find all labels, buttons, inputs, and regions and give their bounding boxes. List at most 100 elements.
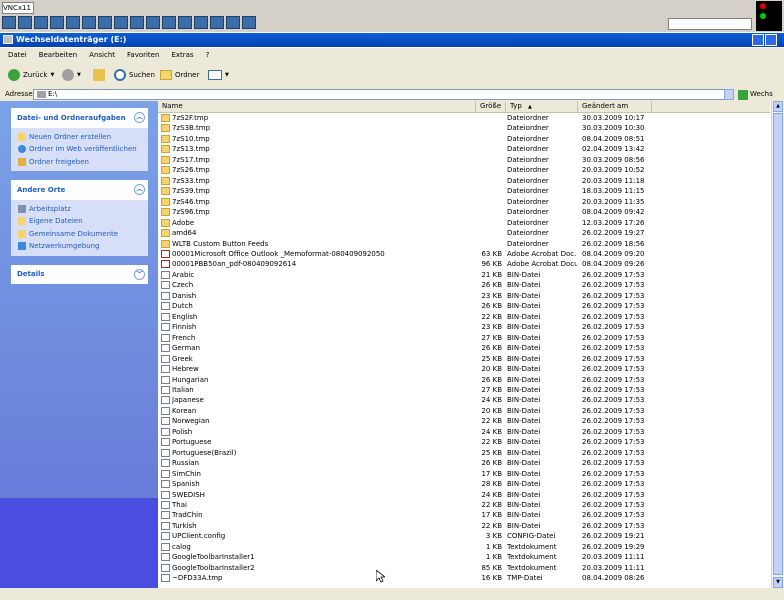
vnc-keyboard-icon[interactable] bbox=[242, 16, 256, 29]
vnc-options-icon[interactable] bbox=[2, 16, 16, 29]
file-row[interactable]: SWEDISH 24 KB BIN-Datei 26.02.2009 17:53 bbox=[158, 490, 770, 500]
vnc-input[interactable] bbox=[668, 18, 752, 30]
file-row[interactable]: ~DFD33A.tmp 16 KB TMP-Datei 08.04.2009 08:2… bbox=[158, 573, 770, 583]
file-row[interactable]: GoogleToolbarInstaller2 85 KB Textdokument… bbox=[158, 563, 770, 573]
maximize-icon[interactable] bbox=[765, 34, 777, 46]
collapse-icon[interactable]: ︿ bbox=[134, 112, 145, 123]
column-modified[interactable]: Geändert am bbox=[578, 101, 652, 112]
file-row[interactable]: Finnish 23 KB BIN-Datei 26.02.2009 17:53 bbox=[158, 322, 770, 332]
file-row[interactable]: SimChin 17 KB BIN-Datei 26.02.2009 17:53 bbox=[158, 469, 770, 479]
vnc-disconnect-icon[interactable] bbox=[194, 16, 208, 29]
file-row[interactable]: 7zS10.tmp Dateiordner 08.04.2009 08:51 bbox=[158, 134, 770, 144]
menu-extras[interactable]: Extras bbox=[171, 48, 193, 62]
folders-button[interactable]: Ordner bbox=[160, 67, 199, 83]
file-row[interactable]: 7zS46.tmp Dateiordner 20.03.2009 11:35 bbox=[158, 197, 770, 207]
menu-ansicht[interactable]: Ansicht bbox=[89, 48, 115, 62]
vnc-info-icon[interactable] bbox=[178, 16, 192, 29]
file-row[interactable]: Japanese 24 KB BIN-Datei 26.02.2009 17:53 bbox=[158, 395, 770, 405]
file-row[interactable]: Thai 22 KB BIN-Datei 26.02.2009 17:53 bbox=[158, 500, 770, 510]
file-row[interactable]: Czech 26 KB BIN-Datei 26.02.2009 17:53 bbox=[158, 280, 770, 290]
vnc-connection-icon[interactable] bbox=[18, 16, 32, 29]
file-row[interactable]: TradChin 17 KB BIN-Datei 26.02.2009 17:53 bbox=[158, 510, 770, 520]
menu-help[interactable]: ? bbox=[206, 48, 210, 62]
file-row[interactable]: Portuguese 22 KB BIN-Datei 26.02.2009 17:53 bbox=[158, 437, 770, 447]
file-row[interactable]: UPClient.config 3 KB CONFIG-Datei 26.02.200… bbox=[158, 531, 770, 541]
file-row[interactable]: WLTB Custom Button Feeds Dateiordner 26.02… bbox=[158, 239, 770, 249]
vnc-ctrl-icon[interactable] bbox=[82, 16, 96, 29]
vnc-zoom-icon[interactable] bbox=[130, 16, 144, 29]
file-row[interactable]: Russian 26 KB BIN-Datei 26.02.2009 17:53 bbox=[158, 458, 770, 468]
file-row[interactable]: 7zS33.tmp Dateiordner 20.03.2009 11:18 bbox=[158, 176, 770, 186]
up-folder-button[interactable] bbox=[93, 67, 105, 83]
vnc-screenshot-icon[interactable] bbox=[226, 16, 240, 29]
file-row[interactable]: calog 1 KB Textdokument 26.02.2009 19:29 bbox=[158, 542, 770, 552]
views-button[interactable]: ▼ bbox=[208, 67, 229, 83]
file-row[interactable]: Norwegian 22 KB BIN-Datei 26.02.2009 17:53 bbox=[158, 416, 770, 426]
place-my-documents[interactable]: Eigene Dateien bbox=[11, 215, 148, 227]
vnc-chat-icon[interactable] bbox=[162, 16, 176, 29]
vertical-scrollbar[interactable]: ▲ ▼ bbox=[771, 101, 784, 588]
file-row[interactable]: 00001PBB50an_pdf-080409092614 96 KB Adobe … bbox=[158, 259, 770, 269]
minimize-icon[interactable] bbox=[752, 34, 764, 46]
vnc-refresh-icon[interactable] bbox=[34, 16, 48, 29]
column-size[interactable]: Größe bbox=[476, 101, 506, 112]
details-header[interactable]: Details ﹀ bbox=[11, 265, 148, 284]
place-network[interactable]: Netzwerkumgebung bbox=[11, 240, 148, 252]
file-row[interactable]: French 27 KB BIN-Datei 26.02.2009 17:53 bbox=[158, 333, 770, 343]
file-row[interactable]: Turkish 22 KB BIN-Datei 26.02.2009 17:53 bbox=[158, 521, 770, 531]
expand-icon[interactable]: ﹀ bbox=[134, 269, 145, 280]
vnc-ctrl-esc-icon[interactable] bbox=[66, 16, 80, 29]
file-row[interactable]: 7zS39.tmp Dateiordner 18.03.2009 11:15 bbox=[158, 186, 770, 196]
file-row[interactable]: Greek 25 KB BIN-Datei 26.02.2009 17:53 bbox=[158, 354, 770, 364]
forward-button[interactable]: ▼ bbox=[62, 67, 81, 83]
back-button[interactable]: Zurück ▼ bbox=[8, 67, 54, 83]
menu-bearbeiten[interactable]: Bearbeiten bbox=[39, 48, 77, 62]
file-row[interactable]: amd64 Dateiordner 26.02.2009 19:27 bbox=[158, 228, 770, 238]
file-row[interactable]: Danish 23 KB BIN-Datei 26.02.2009 17:53 bbox=[158, 291, 770, 301]
file-row[interactable]: 7zS17.tmp Dateiordner 30.03.2009 08:56 bbox=[158, 155, 770, 165]
column-type[interactable]: Typ ▲ bbox=[506, 101, 578, 112]
file-row[interactable]: Adobe Dateiordner 12.03.2009 17:26 bbox=[158, 218, 770, 228]
file-row[interactable]: GoogleToolbarInstaller1 1 KB Textdokument 2… bbox=[158, 552, 770, 562]
scroll-thumb[interactable] bbox=[773, 113, 783, 575]
task-publish-web[interactable]: Ordner im Web veröffentlichen bbox=[11, 143, 148, 155]
vnc-settings-icon[interactable] bbox=[210, 16, 224, 29]
file-row[interactable]: English 22 KB BIN-Datei 26.02.2009 17:53 bbox=[158, 312, 770, 322]
place-my-computer[interactable]: Arbeitsplatz bbox=[11, 203, 148, 215]
vnc-ctrl-alt-del-icon[interactable] bbox=[50, 16, 64, 29]
column-name[interactable]: Name bbox=[158, 101, 476, 112]
file-row[interactable]: 7zS26.tmp Dateiordner 20.03.2009 10:52 bbox=[158, 165, 770, 175]
menu-favoriten[interactable]: Favoriten bbox=[127, 48, 159, 62]
menu-datei[interactable]: Datei bbox=[8, 48, 27, 62]
file-row[interactable]: 7zS96.tmp Dateiordner 08.04.2009 09:42 bbox=[158, 207, 770, 217]
file-row[interactable]: Korean 20 KB BIN-Datei 26.02.2009 17:53 bbox=[158, 406, 770, 416]
address-input[interactable]: E:\ bbox=[33, 89, 733, 100]
task-new-folder[interactable]: Neuen Ordner erstellen bbox=[11, 131, 148, 143]
file-row[interactable]: Dutch 26 KB BIN-Datei 26.02.2009 17:53 bbox=[158, 301, 770, 311]
vnc-transfer-icon[interactable] bbox=[146, 16, 160, 29]
file-row[interactable]: Polish 24 KB BIN-Datei 26.02.2009 17:53 bbox=[158, 427, 770, 437]
file-row[interactable]: Hungarian 26 KB BIN-Datei 26.02.2009 17:53 bbox=[158, 375, 770, 385]
file-tasks-header[interactable]: Datei- und Ordneraufgaben ︿ bbox=[11, 108, 148, 128]
search-button[interactable]: Suchen bbox=[114, 67, 155, 83]
file-row[interactable]: 7zS13.tmp Dateiordner 02.04.2009 13:42 bbox=[158, 144, 770, 154]
address-dropdown-icon[interactable] bbox=[724, 89, 734, 100]
go-button[interactable]: Wechs bbox=[738, 88, 773, 101]
other-places-header[interactable]: Andere Orte ︿ bbox=[11, 180, 148, 200]
collapse-icon[interactable]: ︿ bbox=[134, 184, 145, 195]
file-row[interactable]: Portuguese(Brazil) 25 KB BIN-Datei 26.02.20… bbox=[158, 448, 770, 458]
file-row[interactable]: 00001Microsoft Office Outlook _Memoforma… bbox=[158, 249, 770, 259]
vnc-alt-icon[interactable] bbox=[98, 16, 112, 29]
file-row[interactable]: Hebrew 20 KB BIN-Datei 26.02.2009 17:53 bbox=[158, 364, 770, 374]
file-row[interactable]: Italian 27 KB BIN-Datei 26.02.2009 17:53 bbox=[158, 385, 770, 395]
scroll-up-icon[interactable]: ▲ bbox=[773, 101, 783, 112]
file-row[interactable]: German 26 KB BIN-Datei 26.02.2009 17:53 bbox=[158, 343, 770, 353]
vnc-fullscreen-icon[interactable] bbox=[114, 16, 128, 29]
place-shared-documents[interactable]: Gemeinsame Dokumente bbox=[11, 228, 148, 240]
file-row[interactable]: 7zS2F.tmp Dateiordner 30.03.2009 10:17 bbox=[158, 113, 770, 123]
file-row[interactable]: Spanish 28 KB BIN-Datei 26.02.2009 17:53 bbox=[158, 479, 770, 489]
file-row[interactable]: Arabic 21 KB BIN-Datei 26.02.2009 17:53 bbox=[158, 270, 770, 280]
file-row[interactable]: 7zS3B.tmp Dateiordner 30.03.2009 10:30 bbox=[158, 123, 770, 133]
scroll-down-icon[interactable]: ▼ bbox=[773, 577, 783, 588]
task-share-folder[interactable]: Ordner freigeben bbox=[11, 156, 148, 168]
